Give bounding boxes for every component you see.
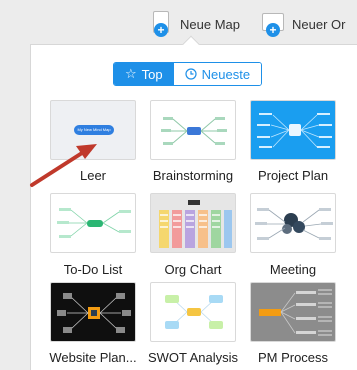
pm-process-thumbnail <box>259 289 332 336</box>
tab-top[interactable]: ☆ Top <box>114 63 174 85</box>
blank-tile-text: My New Mind Map <box>77 127 111 132</box>
tab-top-label: Top <box>141 66 163 82</box>
meeting-thumbnail <box>255 208 333 240</box>
template-org-chart[interactable] <box>150 193 236 253</box>
caption-swot-analysis: SWOT Analysis <box>147 350 239 365</box>
new-from-button[interactable]: + Neuer Or <box>262 9 345 39</box>
tab-newest[interactable]: Neueste <box>173 63 262 85</box>
template-todo-list[interactable] <box>50 193 136 253</box>
toolbar: + Neue Map + Neuer Or <box>0 0 357 44</box>
todo-list-thumbnail <box>57 208 131 238</box>
project-plan-thumbnail <box>257 113 332 148</box>
template-website-planning[interactable] <box>50 282 136 342</box>
template-project-plan[interactable] <box>250 100 336 160</box>
template-meeting[interactable] <box>250 193 336 253</box>
new-from-label: Neuer Or <box>292 16 346 32</box>
template-tabs: ☆ Top Neueste <box>113 62 263 86</box>
caption-pm-process: PM Process <box>257 350 329 365</box>
template-brainstorming[interactable] <box>150 100 236 160</box>
template-swot-analysis[interactable] <box>150 282 236 342</box>
tab-newest-label: Neueste <box>201 66 251 82</box>
star-icon: ☆ <box>125 66 137 81</box>
brainstorming-thumbnail <box>161 117 227 145</box>
template-blank[interactable]: My New Mind Map <box>50 100 136 160</box>
caption-project-plan: Project Plan <box>257 168 329 183</box>
swot-analysis-thumbnail <box>165 295 223 329</box>
caption-todo-list: To-Do List <box>63 262 123 277</box>
new-document-icon: + <box>150 11 172 37</box>
caption-brainstorming: Brainstorming <box>152 168 234 183</box>
caption-meeting: Meeting <box>269 262 317 277</box>
new-folder-icon: + <box>262 11 284 37</box>
clock-icon <box>185 68 197 80</box>
caption-website-planning: Website Plan... <box>49 350 137 365</box>
caption-org-chart: Org Chart <box>164 262 222 277</box>
caption-blank: Leer <box>79 168 107 183</box>
org-chart-thumbnail <box>159 200 232 248</box>
template-pm-process[interactable] <box>250 282 336 342</box>
new-map-button[interactable]: + Neue Map <box>150 9 240 39</box>
website-planning-thumbnail <box>57 293 131 333</box>
new-map-label: Neue Map <box>180 16 240 32</box>
